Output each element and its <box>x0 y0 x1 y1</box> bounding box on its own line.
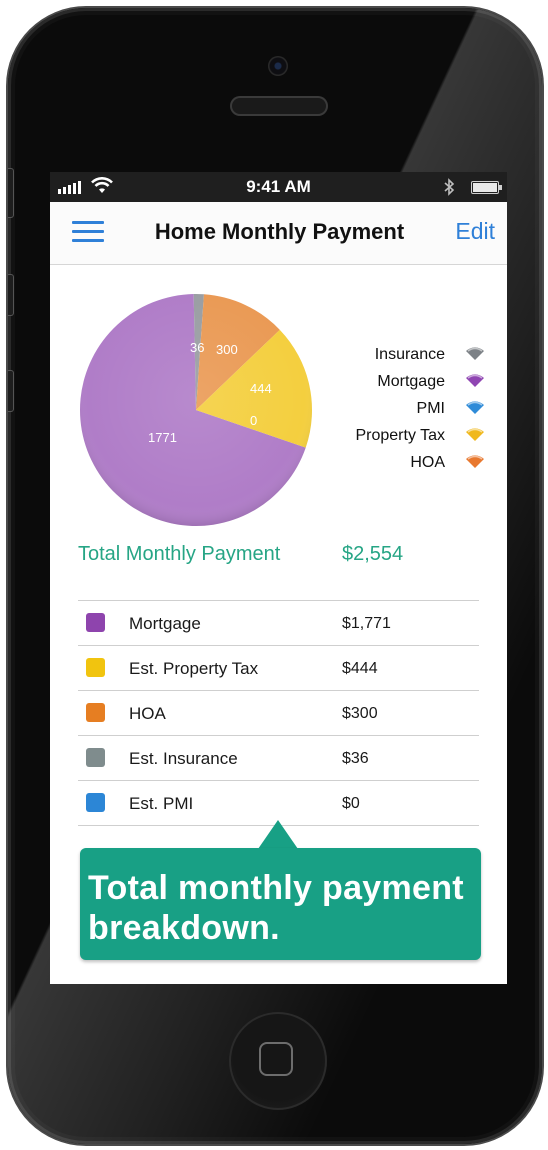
item-name: Est. Insurance <box>129 749 238 768</box>
status-bar: 9:41 AM <box>50 172 507 202</box>
status-time: 9:41 AM <box>246 177 311 196</box>
callout-pointer <box>258 820 298 849</box>
legend-label: PMI <box>416 400 445 417</box>
legend-swatch-icon <box>466 428 484 441</box>
pie-data-label: 36 <box>190 340 204 355</box>
legend-swatch-icon <box>466 455 484 468</box>
item-amount: $300 <box>342 705 378 722</box>
home-button-icon <box>259 1042 293 1076</box>
legend-entry: PMI <box>340 396 485 423</box>
chart-legend: Insurance Mortgage PMI Property Tax HOA <box>340 342 485 477</box>
item-name: Est. PMI <box>129 794 194 813</box>
payment-pie-chart: 1771 36 300 444 0 <box>79 294 312 526</box>
legend-entry: Property Tax <box>340 423 485 450</box>
volume-down-button <box>8 370 14 412</box>
color-swatch <box>86 703 105 722</box>
pie-data-label: 300 <box>216 342 238 357</box>
total-label: Total Monthly Payment <box>78 543 281 565</box>
item-name: Est. Property Tax <box>129 659 259 678</box>
battery-icon <box>471 181 502 194</box>
chart-area: 1771 36 300 444 0 Insurance Mortgage PMI Proper… <box>50 265 507 535</box>
bluetooth-icon <box>444 178 455 196</box>
total-value: $2,554 <box>342 543 404 565</box>
item-amount: $36 <box>342 750 369 767</box>
item-name: HOA <box>129 704 166 723</box>
color-swatch <box>86 658 105 677</box>
color-swatch <box>86 613 105 632</box>
legend-label: HOA <box>410 454 445 471</box>
item-amount: $0 <box>342 795 360 812</box>
total-summary: Total Monthly Payment $2,554 <box>50 535 507 577</box>
list-item: Est. Insurance $36 <box>78 735 479 780</box>
list-item: HOA $300 <box>78 690 479 735</box>
legend-entry: HOA <box>340 450 485 477</box>
item-amount: $444 <box>342 660 378 677</box>
list-item: Est. Property Tax $444 <box>78 645 479 690</box>
legend-entry: Insurance <box>340 342 485 369</box>
pie-data-label: 0 <box>250 413 257 428</box>
edit-button[interactable]: Edit <box>455 218 495 245</box>
app-screen: 9:41 AM Home Monthly Payment Edit 1771 36… <box>50 172 507 984</box>
color-swatch <box>86 793 105 812</box>
volume-up-button <box>8 274 14 316</box>
legend-swatch-icon <box>466 347 484 360</box>
pie-data-label: 444 <box>250 381 272 396</box>
legend-swatch-icon <box>466 374 484 387</box>
mute-switch <box>8 168 14 218</box>
legend-label: Insurance <box>374 346 445 363</box>
breakdown-list: Mortgage $1,771 Est. Property Tax $444 H… <box>78 600 479 826</box>
callout-text: Total monthly payment breakdown. <box>88 869 464 947</box>
legend-label: Mortgage <box>377 373 445 390</box>
earpiece-speaker <box>230 96 328 116</box>
legend-swatch-icon <box>466 401 484 414</box>
pie-shading <box>80 294 312 526</box>
item-name: Mortgage <box>129 614 201 633</box>
list-item: Mortgage $1,771 <box>78 600 479 645</box>
front-camera <box>268 56 288 76</box>
navigation-bar: Home Monthly Payment Edit <box>50 202 507 265</box>
pie-data-label: 1771 <box>148 430 177 445</box>
color-swatch <box>86 748 105 767</box>
legend-entry: Mortgage <box>340 369 485 396</box>
callout-banner: Total monthly payment breakdown. <box>80 848 481 960</box>
item-amount: $1,771 <box>342 615 391 632</box>
page-title: Home Monthly Payment <box>154 219 405 244</box>
legend-label: Property Tax <box>355 427 445 444</box>
